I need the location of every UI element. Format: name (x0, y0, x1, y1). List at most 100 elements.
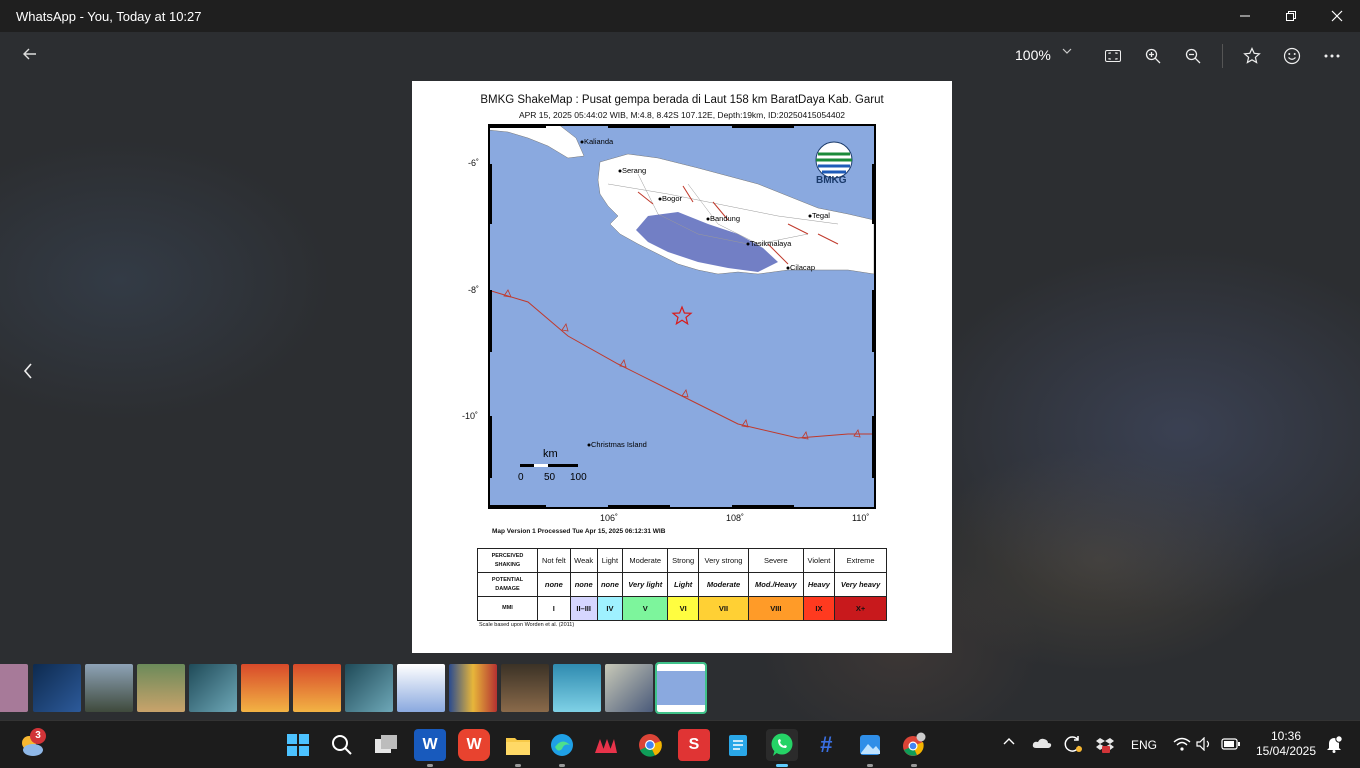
word-app[interactable]: W (414, 729, 446, 767)
table-cell: Moderate (622, 548, 669, 573)
y-tick: -8˚ (468, 285, 479, 295)
thumbnail[interactable] (397, 664, 445, 712)
thumbnail[interactable] (0, 664, 28, 712)
more-options-button[interactable] (1320, 44, 1344, 68)
notepad-icon (729, 735, 747, 756)
x-tick: 106˚ (600, 513, 619, 523)
maximize-button[interactable] (1268, 0, 1314, 32)
chrome-profile-icon (903, 732, 926, 756)
photo-toolbar: 100% (0, 32, 1360, 80)
place-label: Bogor (662, 194, 683, 203)
damage-row: POTENTIAL DAMAGE none none none Very light… (477, 572, 887, 597)
start-button[interactable] (282, 729, 314, 761)
thumbnail[interactable] (241, 664, 289, 712)
thumbnail[interactable] (449, 664, 497, 712)
search-icon (332, 735, 352, 755)
chrome-icon (639, 734, 662, 757)
table-cell: Severe (748, 548, 804, 573)
thumbnail[interactable] (553, 664, 601, 712)
clock-date: 15/04/2025 (1255, 744, 1317, 758)
table-cell: Heavy (802, 572, 836, 597)
mmi-cell: II–III (569, 596, 598, 621)
scale-unit: km (543, 448, 558, 460)
thumbnail[interactable] (85, 664, 133, 712)
intensity-scale-table: PERCEIVED SHAKING Not felt Weak Light Mode… (477, 548, 887, 621)
zoom-out-button[interactable] (1181, 44, 1205, 68)
place-label: Bandung (710, 214, 740, 223)
search-button[interactable] (326, 729, 358, 761)
se-app[interactable]: S (678, 729, 710, 761)
chevron-left-icon (23, 363, 32, 379)
notepad-app[interactable] (722, 729, 754, 761)
shaking-row: PERCEIVED SHAKING Not felt Weak Light Mode… (477, 548, 887, 573)
table-cell: none (596, 572, 624, 597)
task-view-icon (375, 735, 397, 753)
onedrive-icon[interactable] (1032, 737, 1052, 752)
photos-icon (860, 735, 880, 755)
file-explorer-app[interactable] (502, 729, 534, 767)
table-cell: POTENTIAL DAMAGE (477, 572, 538, 597)
thumbnail[interactable] (605, 664, 653, 712)
place-label: Cilacap (790, 263, 815, 272)
clock[interactable]: 10:36 15/04/2025 (1254, 729, 1318, 759)
minimize-button[interactable] (1222, 0, 1268, 32)
anydesk-icon (595, 739, 617, 753)
previous-photo-button[interactable] (22, 360, 42, 384)
chrome-app[interactable] (634, 729, 666, 761)
mmi-cell: VIII (748, 596, 804, 621)
taskbar: 3 W W S # ENG 10:36 15/04/2025 (0, 720, 1360, 768)
show-hidden-icons-button[interactable] (1002, 735, 1016, 749)
hashtag-app[interactable]: # (810, 729, 842, 761)
table-cell: Very light (622, 572, 669, 597)
bmkg-logo-text: BMKG (816, 175, 847, 186)
wifi-icon[interactable] (1173, 737, 1191, 754)
close-button[interactable] (1314, 0, 1360, 32)
wps-app[interactable]: W (458, 729, 490, 761)
thumbnail[interactable] (137, 664, 185, 712)
place-label: Tasikmalaya (750, 239, 792, 248)
title-bar: WhatsApp - You, Today at 10:27 (0, 0, 1360, 32)
zoom-in-button[interactable] (1141, 44, 1165, 68)
zoom-level[interactable]: 100% (1015, 47, 1051, 63)
task-view-button[interactable] (370, 729, 402, 761)
thumbnail[interactable] (189, 664, 237, 712)
thumbnail-selected[interactable] (655, 662, 707, 714)
zoom-in-icon (1145, 48, 1161, 64)
table-cell: Very strong (697, 548, 750, 573)
edge-app[interactable] (546, 729, 578, 767)
scale-note: Scale based upon Worden et al. (2011) (479, 622, 575, 628)
thumbnail[interactable] (345, 664, 393, 712)
place-label: Tegal (812, 211, 830, 220)
table-cell: Very heavy (834, 572, 887, 597)
scale-bar (520, 464, 578, 467)
folder-icon (506, 738, 530, 755)
scale-tick: 100 (570, 472, 587, 483)
thumbnail[interactable] (33, 664, 81, 712)
favorite-button[interactable] (1240, 44, 1264, 68)
word-icon: W (422, 736, 438, 753)
chevron-up-icon (1003, 738, 1015, 745)
anydesk-app[interactable] (590, 729, 622, 761)
feedback-button[interactable] (1280, 44, 1304, 68)
whatsapp-app[interactable] (766, 729, 798, 767)
sync-icon[interactable] (1064, 735, 1082, 756)
smiley-icon (1283, 47, 1301, 65)
place-label: Serang (622, 166, 646, 175)
photos-app[interactable] (854, 729, 886, 767)
dropbox-icon[interactable] (1096, 735, 1114, 756)
map-title: BMKG ShakeMap : Pusat gempa berada di La… (480, 94, 884, 106)
notification-badge: 3 (30, 728, 46, 744)
chevron-down-icon[interactable] (1062, 46, 1072, 59)
notifications-button[interactable] (1325, 735, 1343, 756)
fit-to-window-button[interactable] (1101, 44, 1125, 68)
back-button[interactable] (18, 44, 42, 68)
thumbnail[interactable] (293, 664, 341, 712)
thumbnail[interactable] (501, 664, 549, 712)
battery-icon[interactable] (1221, 738, 1241, 753)
table-cell: Light (596, 548, 624, 573)
language-indicator[interactable]: ENG (1131, 738, 1157, 752)
chrome-profile-app[interactable] (898, 729, 930, 767)
se-icon: S (688, 736, 700, 753)
volume-icon[interactable] (1196, 736, 1214, 754)
map-version-note: Map Version 1 Processed Tue Apr 15, 2025… (492, 528, 666, 535)
